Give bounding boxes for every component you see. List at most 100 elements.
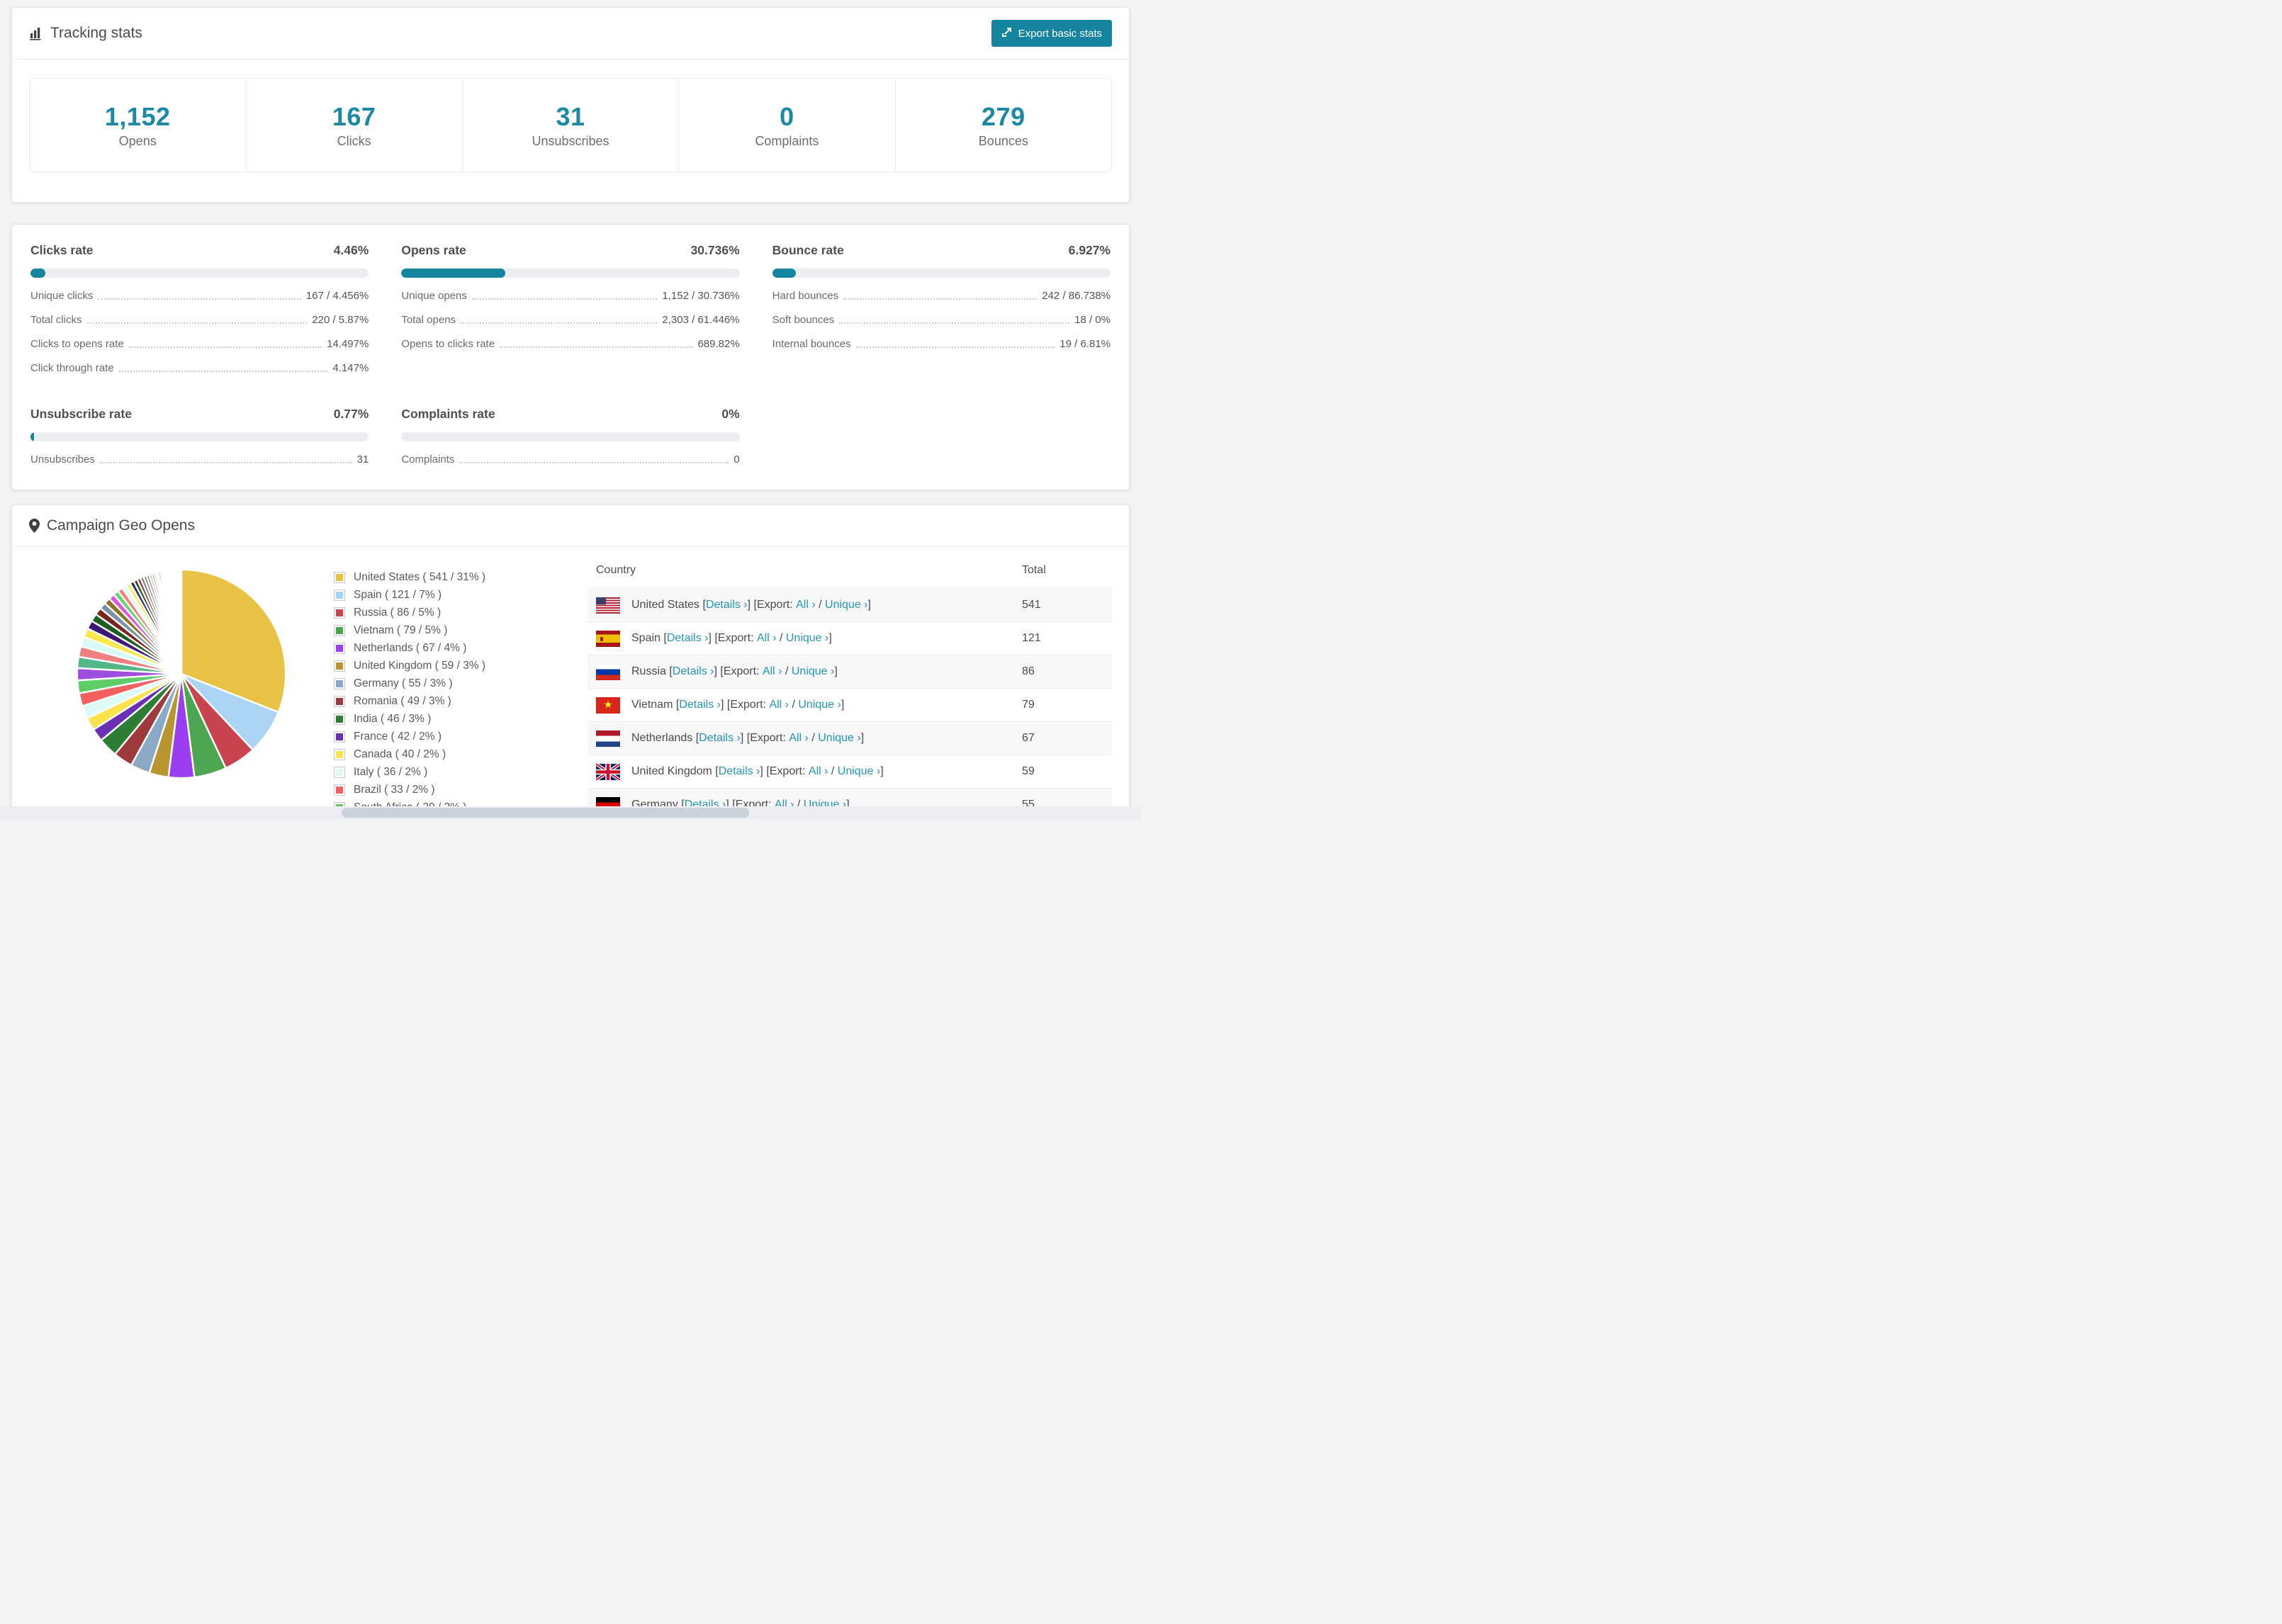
summary-stats-panel: 1,152 Opens 167 Clicks 31 Unsubscribes 0 Compla…: [29, 78, 1112, 172]
legend-item: Germany ( 55 / 3% ): [334, 677, 568, 690]
details-link[interactable]: Details ›: [667, 632, 709, 645]
legend-swatch: [334, 643, 345, 654]
legend-item: Spain ( 121 / 7% ): [334, 589, 568, 602]
geo-table-row: United States [Details ›] [Export: All ›…: [588, 588, 1112, 621]
geo-header: Campaign Geo Opens: [12, 505, 1129, 546]
details-link[interactable]: Details ›: [706, 599, 748, 611]
country-cell: Russia [Details ›] [Export: All › / Uniq…: [631, 665, 838, 678]
legend-swatch: [334, 714, 345, 725]
legend-swatch: [334, 590, 345, 601]
legend-swatch: [334, 678, 345, 689]
us-flag-icon: [596, 597, 620, 614]
rate-stat-row: Total clicks 220 / 5.87%: [30, 314, 369, 326]
rate-value: 0.77%: [333, 407, 369, 421]
legend-label: Vietnam ( 79 / 5% ): [354, 624, 448, 636]
rate-progress-bar: [30, 269, 369, 278]
rate-title: Clicks rate: [30, 243, 94, 257]
export-unique-link[interactable]: Unique ›: [792, 665, 834, 678]
legend-item: Vietnam ( 79 / 5% ): [334, 624, 568, 637]
export-all-link[interactable]: All ›: [757, 632, 777, 645]
export-all-link[interactable]: All ›: [769, 699, 789, 711]
export-basic-stats-label: Export basic stats: [1018, 27, 1102, 40]
rates-card: Clicks rate 4.46% Unique clicks 167 / 4.456…: [11, 224, 1130, 490]
legend-label: France ( 42 / 2% ): [354, 731, 442, 743]
vn-flag-icon: [596, 697, 620, 714]
details-link[interactable]: Details ›: [719, 765, 760, 778]
total-cell: 79: [1022, 699, 1035, 711]
nl-flag-icon: [596, 730, 620, 747]
total-cell: 541: [1022, 599, 1041, 611]
rate-progress-bar: [401, 432, 740, 441]
map-pin-icon: [29, 519, 40, 533]
total-cell: 59: [1022, 765, 1035, 777]
legend-label: United States ( 541 / 31% ): [354, 571, 486, 583]
export-unique-link[interactable]: Unique ›: [825, 599, 867, 611]
legend-item: Brazil ( 33 / 2% ): [334, 784, 568, 796]
legend-swatch: [334, 625, 345, 636]
export-unique-link[interactable]: Unique ›: [786, 632, 828, 645]
details-link[interactable]: Details ›: [699, 732, 741, 745]
country-cell: United Kingdom [Details ›] [Export: All …: [631, 765, 884, 778]
geo-table: Country Total United States [Details ›] …: [588, 554, 1112, 808]
export-unique-link[interactable]: Unique ›: [838, 765, 880, 778]
rate-block-opens-rate: Opens rate 30.736% Unique opens 1,152 / 30.…: [401, 243, 740, 374]
stat-value: 0: [780, 101, 794, 131]
rate-block-clicks-rate: Clicks rate 4.46% Unique clicks 167 / 4.456…: [30, 243, 369, 374]
legend-item: Canada ( 40 / 2% ): [334, 748, 568, 761]
rate-value: 4.46%: [333, 243, 369, 257]
gb-flag-icon: [596, 763, 620, 780]
total-cell: 121: [1022, 632, 1041, 644]
rate-stat-row: Soft bounces 18 / 0%: [772, 314, 1111, 326]
export-unique-link[interactable]: Unique ›: [798, 699, 841, 711]
rate-stat-row: Click through rate 4.147%: [30, 362, 369, 374]
geo-table-row: Vietnam [Details ›] [Export: All › / Uni…: [588, 688, 1112, 721]
legend-swatch: [334, 696, 345, 707]
geo-title: Campaign Geo Opens: [47, 517, 195, 534]
bottom-scroll-track: [0, 806, 1141, 819]
country-cell: Vietnam [Details ›] [Export: All › / Uni…: [631, 699, 845, 711]
export-all-link[interactable]: All ›: [809, 765, 828, 778]
export-all-link[interactable]: All ›: [763, 665, 782, 678]
export-basic-stats-button[interactable]: Export basic stats: [991, 20, 1112, 47]
stat-label: Complaints: [755, 133, 819, 148]
rate-progress-bar: [30, 432, 369, 441]
legend-swatch: [334, 784, 345, 796]
rates-grid: Clicks rate 4.46% Unique clicks 167 / 4.456…: [30, 243, 1111, 466]
rate-block-unsubscribe-rate: Unsubscribe rate 0.77% Unsubscribes 31: [30, 407, 369, 466]
geo-pie-chart: [29, 554, 334, 784]
export-unique-link[interactable]: Unique ›: [818, 732, 860, 745]
rate-stat-row: Hard bounces 242 / 86.738%: [772, 290, 1111, 302]
horizontal-scrollbar-thumb[interactable]: [342, 808, 749, 818]
rate-stat-row: Opens to clicks rate 689.82%: [401, 338, 740, 350]
country-cell: United States [Details ›] [Export: All ›…: [631, 599, 871, 611]
legend-item: India ( 46 / 3% ): [334, 713, 568, 726]
legend-item: United States ( 541 / 31% ): [334, 571, 568, 584]
rate-stat-row: Unsubscribes 31: [30, 453, 369, 466]
legend-swatch: [334, 607, 345, 619]
geo-legend: United States ( 541 / 31% ) Spain ( 121 /…: [334, 571, 568, 808]
legend-label: Germany ( 55 / 3% ): [354, 677, 453, 689]
stat-value: 31: [556, 101, 585, 131]
geo-table-row: United Kingdom [Details ›] [Export: All …: [588, 755, 1112, 788]
stat-label: Opens: [118, 133, 157, 148]
export-all-link[interactable]: All ›: [789, 732, 809, 745]
rate-stat-row: Unique opens 1,152 / 30.736%: [401, 290, 740, 302]
ru-flag-icon: [596, 663, 620, 680]
stat-value: 1,152: [104, 101, 171, 131]
stat-cell-unsubscribes: 31 Unsubscribes: [463, 79, 680, 171]
rate-stat-row: Unique clicks 167 / 4.456%: [30, 290, 369, 302]
legend-label: Italy ( 36 / 2% ): [354, 766, 428, 778]
rate-block-bounce-rate: Bounce rate 6.927% Hard bounces 242 / 86.73…: [772, 243, 1111, 374]
legend-item: United Kingdom ( 59 / 3% ): [334, 660, 568, 672]
geo-table-header: Country Total: [588, 554, 1112, 588]
details-link[interactable]: Details ›: [679, 699, 721, 711]
page-title: Tracking stats: [50, 25, 142, 41]
legend-label: Netherlands ( 67 / 4% ): [354, 642, 467, 654]
details-link[interactable]: Details ›: [673, 665, 714, 678]
stat-cell-opens: 1,152 Opens: [30, 79, 247, 171]
rate-stat-row: Total opens 2,303 / 61.446%: [401, 314, 740, 326]
rate-value: 6.927%: [1068, 243, 1111, 257]
export-all-link[interactable]: All ›: [796, 599, 816, 611]
stat-label: Clicks: [337, 133, 371, 148]
rate-block-complaints-rate: Complaints rate 0% Complaints 0: [401, 407, 740, 466]
